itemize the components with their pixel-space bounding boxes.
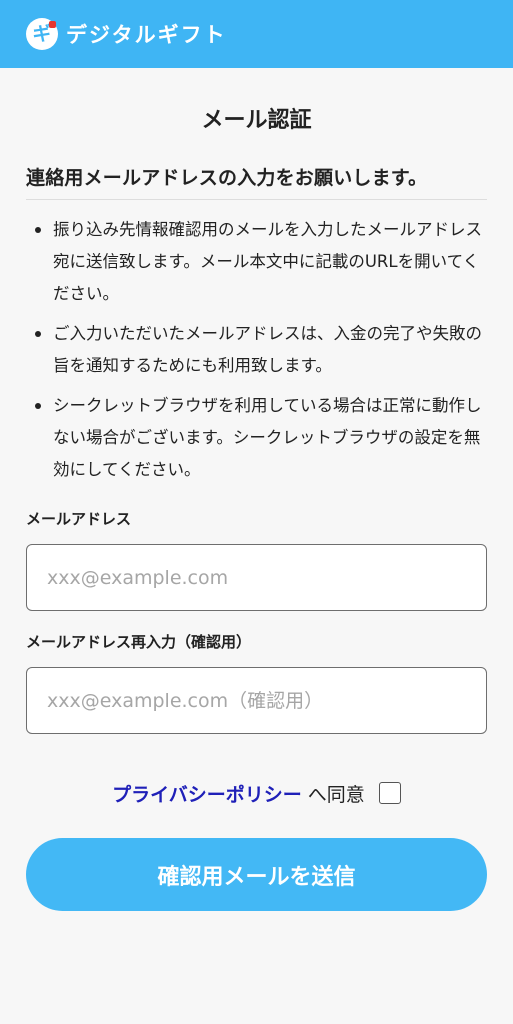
email-label: メールアドレス bbox=[26, 510, 132, 528]
lead-heading: 連絡用メールアドレスの入力をお願いします。 bbox=[26, 163, 487, 200]
app-header: ギ デジタルギフト bbox=[0, 0, 513, 68]
agree-checkbox[interactable] bbox=[378, 782, 401, 804]
privacy-policy-link[interactable]: プライバシーポリシー bbox=[112, 780, 302, 807]
consent-row: プライバシーポリシー へ同意 bbox=[26, 778, 487, 808]
list-item: 振り込み先情報確認用のメールを入力したメールアドレス宛に送信致します。メール本文… bbox=[26, 214, 487, 310]
notes-list: 振り込み先情報確認用のメールを入力したメールアドレス宛に送信致します。メール本文… bbox=[26, 214, 487, 486]
email-confirm-label: メールアドレス再入力（確認用） bbox=[26, 633, 252, 651]
agree-text: へ同意 bbox=[307, 783, 365, 806]
email-field[interactable] bbox=[26, 544, 487, 611]
page-title: メール認証 bbox=[201, 108, 312, 133]
note-text: シークレットブラウザを利用している場合は正常に動作しない場合がございます。シーク… bbox=[53, 396, 482, 479]
logo-text: デジタルギフト bbox=[66, 23, 227, 47]
bullet-icon bbox=[35, 403, 41, 409]
bullet-icon bbox=[35, 331, 41, 337]
list-item: シークレットブラウザを利用している場合は正常に動作しない場合がございます。シーク… bbox=[26, 390, 487, 486]
logo-icon: ギ bbox=[26, 18, 58, 50]
main-content: メール認証 連絡用メールアドレスの入力をお願いします。 振り込み先情報確認用のメ… bbox=[0, 106, 513, 911]
note-text: 振り込み先情報確認用のメールを入力したメールアドレス宛に送信致します。メール本文… bbox=[53, 220, 482, 303]
logo-accent bbox=[49, 21, 56, 28]
email-confirm-field[interactable] bbox=[26, 667, 487, 734]
send-confirmation-button[interactable]: 確認用メールを送信 bbox=[26, 838, 487, 911]
bullet-icon bbox=[35, 227, 41, 233]
note-text: ご入力いただいたメールアドレスは、入金の完了や失敗の旨を通知するためにも利用致し… bbox=[53, 324, 482, 375]
list-item: ご入力いただいたメールアドレスは、入金の完了や失敗の旨を通知するためにも利用致し… bbox=[26, 318, 487, 382]
